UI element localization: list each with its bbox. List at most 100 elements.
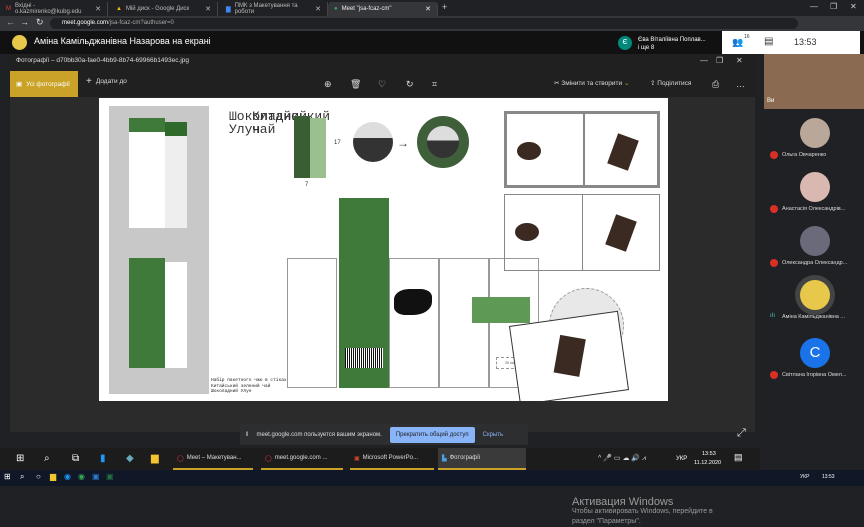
- close-window-button[interactable]: ✕: [850, 2, 857, 11]
- reload-icon[interactable]: ↻: [36, 17, 44, 28]
- system-tray-icons[interactable]: ^ 🎤 ▭ ☁ 🔊 ⩘: [598, 454, 646, 463]
- forward-icon[interactable]: →: [20, 17, 29, 27]
- url-input[interactable]: meet.google.com/jsa-fcaz-cm?authuser=0: [50, 18, 798, 29]
- dieline-info-panel: [439, 258, 489, 388]
- more-icon[interactable]: …: [736, 79, 745, 89]
- photos-icon: ▙: [442, 455, 447, 462]
- prism-shape: [294, 116, 310, 178]
- edge-icon[interactable]: ◉: [64, 472, 71, 481]
- chat-icon[interactable]: ▤: [764, 36, 773, 47]
- participant-tile[interactable]: Олександра Олександр...: [760, 226, 864, 276]
- tab-meet[interactable]: ● Meet "jsa-fcaz-cm" ✕: [328, 2, 438, 16]
- participant-tile[interactable]: Ольга Овчаренко: [760, 118, 864, 168]
- avatar: [800, 226, 830, 256]
- box-mockup-front: [129, 118, 165, 228]
- close-tab-icon[interactable]: ✕: [205, 5, 211, 13]
- caption: Набір пакетного чаю в стіках Китайський …: [211, 378, 287, 394]
- taskbar-item-photos[interactable]: ▙ Фотографії: [438, 448, 526, 470]
- tea-circle: [353, 122, 393, 162]
- heart-icon[interactable]: ♡: [378, 79, 386, 90]
- dieline-map-panel: [389, 258, 439, 388]
- dieline-green-panel: [339, 258, 389, 388]
- tab-gmail[interactable]: M Вхідні - o.kazmirenko@kubg.edu ✕: [0, 2, 108, 16]
- close-button[interactable]: ✕: [736, 56, 743, 65]
- dieline-panel: [287, 258, 337, 388]
- meet-controls: 👥 16 ▤ 13:53: [722, 31, 860, 54]
- window-title: Фотографії – d70bb30a-fae0-4bb9-8b74-699…: [16, 57, 190, 64]
- windows-start-icon[interactable]: ⊞: [16, 453, 24, 464]
- add-to-button[interactable]: + Додати до: [86, 77, 127, 87]
- tea-hills-illustration: [472, 297, 530, 323]
- restore-button[interactable]: ❐: [716, 56, 723, 65]
- app-icon[interactable]: ◆: [126, 453, 134, 464]
- restore-button[interactable]: ❐: [830, 2, 837, 11]
- close-tab-icon[interactable]: ✕: [315, 5, 321, 13]
- search-icon[interactable]: ⌕: [20, 472, 24, 482]
- taskbar: ⊞ ⌕ ⧉ ▮ ◆ ▆ ◯ Meet – Макетуван... ◯ meet.g…: [0, 448, 760, 470]
- image-canvas[interactable]: Шоколадний Улун Китайський чай 17 7 → 25…: [10, 97, 755, 525]
- packaging-design-image: Шоколадний Улун Китайський чай 17 7 → 25…: [99, 98, 668, 401]
- chocolate-icon: [553, 334, 586, 377]
- opera-icon: ◯: [177, 455, 184, 462]
- taskbar-item-powerpoint[interactable]: ▣ Microsoft PowerPo...: [350, 448, 434, 470]
- zoom-icon[interactable]: ⊕: [324, 79, 332, 90]
- avatar: С: [800, 338, 830, 368]
- arrow-icon: →: [397, 136, 409, 150]
- close-tab-icon[interactable]: ✕: [425, 5, 431, 13]
- torn-wrapper: [508, 310, 630, 401]
- minimize-button[interactable]: —: [810, 2, 818, 11]
- mic-off-icon: [770, 259, 778, 267]
- chrome-icon[interactable]: ◉: [78, 472, 85, 481]
- fullscreen-icon[interactable]: ⤢: [737, 427, 746, 440]
- task-view-icon[interactable]: ⧉: [72, 453, 79, 464]
- photos-window: Фотографії – d70bb30a-fae0-4bb9-8b74-699…: [10, 54, 755, 525]
- drag-handle-icon[interactable]: ‖: [246, 432, 248, 438]
- stick-design-1: [504, 111, 660, 188]
- stick-design-2: [504, 194, 660, 271]
- file-explorer-icon[interactable]: ▆: [50, 472, 56, 481]
- people-icon[interactable]: 👥: [732, 37, 743, 48]
- meet-icon: ●: [334, 6, 338, 12]
- file-explorer-icon[interactable]: ▆: [151, 453, 159, 464]
- hide-button[interactable]: Скрыть: [483, 432, 503, 438]
- app-icon[interactable]: ▮: [100, 453, 106, 464]
- search-icon[interactable]: ⌕: [44, 453, 50, 464]
- cortana-icon[interactable]: ○: [36, 472, 41, 481]
- opera-icon: ◯: [265, 455, 272, 462]
- back-icon[interactable]: ←: [6, 17, 15, 27]
- minimize-button[interactable]: —: [700, 56, 708, 65]
- notifications-icon[interactable]: ▤: [734, 452, 743, 463]
- tab-drive[interactable]: ▲ Мій диск - Google Диск ✕: [110, 2, 218, 16]
- participant-tile[interactable]: ıIı Аміна Камільджанівна ...: [760, 280, 864, 330]
- taskbar-item-meet2[interactable]: ◯ meet.google.com ...: [261, 448, 343, 470]
- taskbar-item-meet[interactable]: ◯ Meet – Макетуван...: [173, 448, 253, 470]
- mic-off-icon: [770, 205, 778, 213]
- delete-icon[interactable]: 🗑: [350, 79, 361, 90]
- barcode: [345, 348, 383, 368]
- clock-time: 13:53: [794, 37, 817, 47]
- avatar: [800, 172, 830, 202]
- excel-icon[interactable]: ▣: [106, 472, 114, 481]
- docs-icon: ▇: [226, 6, 231, 13]
- teapot-icon: [515, 223, 539, 241]
- share-button[interactable]: ⇪ Поділитися: [650, 79, 691, 87]
- new-tab-button[interactable]: +: [442, 2, 447, 12]
- tab-docs[interactable]: ▇ ПМК з Макетування та роботи ✕: [220, 2, 328, 16]
- rotate-icon[interactable]: ↻: [406, 79, 414, 90]
- box-mockup-back: [129, 258, 165, 368]
- tea-cup: [417, 116, 469, 168]
- print-icon[interactable]: ⎙: [712, 79, 719, 90]
- edit-create-button[interactable]: ✂ Змінити та створити ⌄: [554, 79, 629, 87]
- participant-tile[interactable]: Анастасія Олександрів...: [760, 172, 864, 222]
- all-photos-button[interactable]: ▣ Усі фотографії: [10, 71, 78, 97]
- vertical-title-1: Шоколадний Улун: [229, 109, 308, 137]
- notification-avatar: Є: [618, 36, 632, 50]
- stop-sharing-button[interactable]: Прекратить общий доступ: [389, 426, 475, 443]
- word-icon[interactable]: ▣: [92, 472, 100, 481]
- close-tab-icon[interactable]: ✕: [95, 5, 101, 13]
- participant-tile[interactable]: С Світлана Ігорівна Омел...: [760, 338, 864, 388]
- powerpoint-icon: ▣: [354, 455, 360, 462]
- crop-icon[interactable]: ⌗: [432, 79, 437, 90]
- windows-activation-watermark: Активация Windows Чтобы активировать Win…: [572, 496, 713, 526]
- windows-start-icon[interactable]: ⊞: [4, 472, 11, 481]
